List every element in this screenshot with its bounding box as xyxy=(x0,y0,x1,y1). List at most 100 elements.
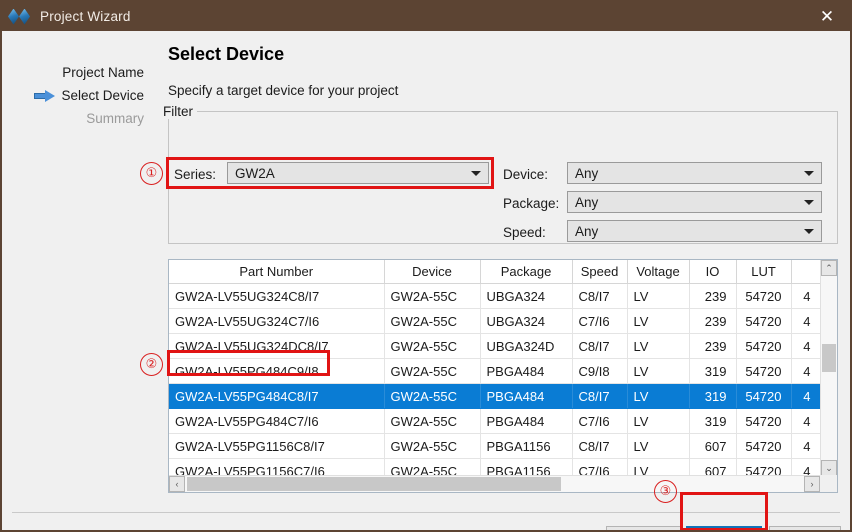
column-header-speed[interactable]: Speed xyxy=(572,260,628,284)
speed-label: Speed: xyxy=(503,225,546,240)
cell-voltage: LV xyxy=(627,408,690,434)
package-select[interactable]: Any xyxy=(567,191,822,213)
cell-part-number: GW2A-LV55UG324DC8/I7 xyxy=(169,333,385,359)
annotation-marker-3: ③ xyxy=(654,480,677,503)
series-select[interactable]: GW2A xyxy=(227,162,489,184)
cell-device: GW2A-55C xyxy=(384,433,481,459)
speed-select[interactable]: Any xyxy=(567,220,822,242)
cell-voltage: LV xyxy=(627,283,690,309)
cell-overflow: 4 xyxy=(791,358,821,384)
column-header-part-number[interactable]: ⌃ Part Number xyxy=(169,260,385,284)
table-row[interactable]: GW2A-LV55PG484C7/I6 GW2A-55C PBGA484 C7/… xyxy=(169,408,821,434)
column-header-package[interactable]: Package xyxy=(480,260,573,284)
column-header-label: Package xyxy=(500,264,552,279)
column-header-label: Part Number xyxy=(239,264,314,279)
annotation-marker-2: ② xyxy=(140,353,163,376)
cell-io: 319 xyxy=(689,408,737,434)
column-header-io[interactable]: IO xyxy=(689,260,737,284)
cell-voltage: LV xyxy=(627,358,690,384)
device-select[interactable]: Any xyxy=(567,162,822,184)
wizard-step-summary: Summary xyxy=(2,108,152,128)
cell-device: GW2A-55C xyxy=(384,408,481,434)
scroll-down-icon[interactable]: ⌄ xyxy=(821,460,837,476)
filter-group-legend: Filter xyxy=(159,104,197,119)
scroll-up-icon[interactable]: ⌃ xyxy=(821,260,837,276)
cell-speed: C9/I8 xyxy=(572,358,628,384)
package-value: Any xyxy=(575,194,599,210)
column-header-label: LUT xyxy=(751,264,776,279)
cell-voltage: LV xyxy=(627,383,690,409)
annotation-marker-1: ① xyxy=(140,162,163,185)
cell-speed: C8/I7 xyxy=(572,383,628,409)
table-row[interactable]: GW2A-LV55UG324C8/I7 GW2A-55C UBGA324 C8/… xyxy=(169,283,821,309)
column-header-lut[interactable]: LUT xyxy=(736,260,792,284)
cancel-button[interactable]: Cancel xyxy=(769,526,841,530)
page-subtitle: Specify a target device for your project xyxy=(168,83,399,98)
cell-part-number: GW2A-LV55UG324C7/I6 xyxy=(169,308,385,334)
column-header-overflow xyxy=(791,260,821,284)
cell-lut: 54720 xyxy=(736,433,792,459)
chevron-down-icon xyxy=(804,171,814,176)
vertical-scroll-thumb[interactable] xyxy=(822,344,836,372)
cell-speed: C7/I6 xyxy=(572,308,628,334)
wizard-step-select-device[interactable]: Select Device xyxy=(2,85,152,105)
series-label: Series: xyxy=(174,167,217,182)
cell-part-number: GW2A-LV55PG484C9/I8 xyxy=(169,358,385,384)
gowin-diamond-logo-icon xyxy=(8,8,34,26)
cell-device: GW2A-55C xyxy=(384,358,481,384)
cell-io: 319 xyxy=(689,383,737,409)
cell-part-number: GW2A-LV55PG484C7/I6 xyxy=(169,408,385,434)
right-arrow-icon xyxy=(34,90,56,102)
horizontal-scroll-thumb[interactable] xyxy=(187,477,561,491)
cell-device: GW2A-55C xyxy=(384,283,481,309)
device-value: Any xyxy=(575,165,599,181)
cell-overflow: 4 xyxy=(791,408,821,434)
footer-divider xyxy=(12,512,840,513)
table-row[interactable]: GW2A-LV55PG1156C8/I7 GW2A-55C PBGA1156 C… xyxy=(169,433,821,459)
wizard-step-label: Summary xyxy=(86,110,144,126)
table-row[interactable]: GW2A-LV55PG484C9/I8 GW2A-55C PBGA484 C9/… xyxy=(169,358,821,384)
back-button[interactable]: < Back xyxy=(606,526,682,530)
series-value: GW2A xyxy=(235,165,275,181)
cell-io: 319 xyxy=(689,358,737,384)
cell-speed: C8/I7 xyxy=(572,433,628,459)
cell-part-number: GW2A-LV55PG484C8/I7 xyxy=(169,383,385,409)
column-header-label: IO xyxy=(705,264,720,279)
device-table-body: GW2A-LV55UG324C8/I7 GW2A-55C UBGA324 C8/… xyxy=(169,283,821,484)
column-header-device[interactable]: Device xyxy=(384,260,481,284)
wizard-step-label: Project Name xyxy=(62,64,144,80)
table-row[interactable]: GW2A-LV55UG324DC8/I7 GW2A-55C UBGA324D C… xyxy=(169,333,821,359)
cell-overflow: 4 xyxy=(791,433,821,459)
sort-asc-icon: ⌃ xyxy=(272,260,280,264)
cell-package: UBGA324D xyxy=(480,333,573,359)
device-table[interactable]: ⌃ Part Number Device Package Speed Volta… xyxy=(168,259,838,493)
cell-device: GW2A-55C xyxy=(384,333,481,359)
table-row[interactable]: GW2A-LV55UG324C7/I6 GW2A-55C UBGA324 C7/… xyxy=(169,308,821,334)
cell-package: PBGA484 xyxy=(480,358,573,384)
scroll-left-icon[interactable]: ‹ xyxy=(169,476,185,492)
column-header-voltage[interactable]: Voltage xyxy=(627,260,690,284)
close-icon[interactable]: ✕ xyxy=(804,2,850,31)
column-header-label: Speed xyxy=(580,264,619,279)
package-label: Package: xyxy=(503,196,560,211)
cell-part-number: GW2A-LV55PG1156C8/I7 xyxy=(169,433,385,459)
table-vertical-scrollbar[interactable]: ⌃ ⌄ xyxy=(820,260,837,476)
scroll-right-icon[interactable]: › xyxy=(804,476,820,492)
cell-speed: C8/I7 xyxy=(572,283,628,309)
cell-lut: 54720 xyxy=(736,308,792,334)
table-row-selected[interactable]: GW2A-LV55PG484C8/I7 GW2A-55C PBGA484 C8/… xyxy=(169,383,821,409)
dialog-body: Project Name Select Device Summary Selec… xyxy=(2,31,850,530)
wizard-steps: Project Name Select Device Summary xyxy=(2,31,152,530)
wizard-step-project-name[interactable]: Project Name xyxy=(2,62,152,82)
page-title: Select Device xyxy=(168,44,285,64)
cell-speed: C8/I7 xyxy=(572,333,628,359)
cell-speed: C7/I6 xyxy=(572,408,628,434)
cell-overflow: 4 xyxy=(791,283,821,309)
title-bar: Project Wizard ✕ xyxy=(2,2,850,31)
next-button[interactable]: Next > xyxy=(686,526,762,530)
cell-lut: 54720 xyxy=(736,408,792,434)
wizard-step-label: Select Device xyxy=(61,87,144,103)
cell-voltage: LV xyxy=(627,433,690,459)
table-horizontal-scrollbar[interactable]: ‹ › xyxy=(169,475,820,492)
cell-package: PBGA484 xyxy=(480,383,573,409)
